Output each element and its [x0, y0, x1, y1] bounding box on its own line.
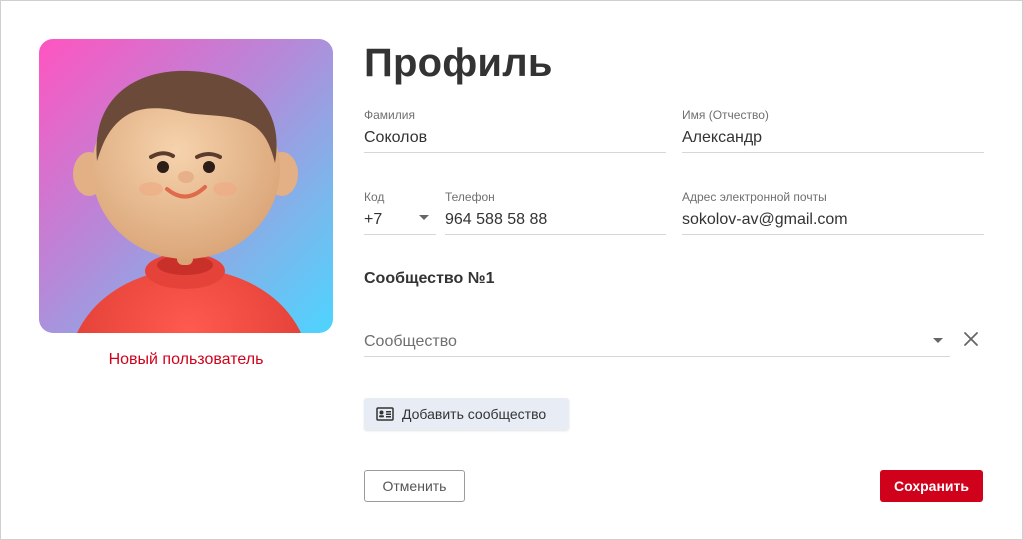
- first-name-label: Имя (Отчество): [682, 108, 769, 122]
- email-field[interactable]: Адрес электронной почты sokolov-av@gmail…: [682, 190, 984, 235]
- country-code-label: Код: [364, 190, 385, 204]
- community-select-field[interactable]: Сообщество: [364, 312, 950, 357]
- first-name-field[interactable]: Имя (Отчество) Александр: [682, 108, 984, 153]
- save-button[interactable]: Сохранить: [880, 470, 983, 502]
- country-code-select[interactable]: +7: [364, 210, 436, 235]
- close-icon[interactable]: [961, 329, 981, 349]
- first-name-input[interactable]: Александр: [682, 128, 984, 153]
- country-code-field[interactable]: Код +7: [364, 190, 436, 235]
- id-card-icon: [376, 407, 394, 421]
- add-community-button[interactable]: Добавить сообщество: [364, 398, 569, 430]
- clear-community-button[interactable]: [961, 329, 981, 349]
- page-title: Профиль: [364, 41, 553, 85]
- last-name-field[interactable]: Фамилия Соколов: [364, 108, 666, 153]
- user-status-caption: Новый пользователь: [108, 351, 264, 368]
- avatar: [39, 39, 333, 333]
- phone-field[interactable]: Телефон 964 588 58 88: [445, 190, 666, 235]
- avatar-illustration: [73, 70, 301, 333]
- profile-dialog: Новый пользователь Профиль Фамилия Сокол…: [0, 0, 1023, 540]
- phone-input[interactable]: 964 588 58 88: [445, 210, 666, 235]
- community-section-title: Сообщество №1: [364, 270, 495, 287]
- email-label: Адрес электронной почты: [682, 190, 827, 204]
- phone-label: Телефон: [445, 190, 495, 204]
- community-select[interactable]: Сообщество: [364, 332, 950, 357]
- chevron-down-icon[interactable]: [419, 215, 429, 220]
- cancel-button[interactable]: Отменить: [364, 470, 465, 502]
- last-name-label: Фамилия: [364, 108, 415, 122]
- chevron-down-icon[interactable]: [933, 338, 943, 343]
- add-community-label: Добавить сообщество: [402, 406, 547, 422]
- last-name-input[interactable]: Соколов: [364, 128, 666, 153]
- email-input[interactable]: sokolov-av@gmail.com: [682, 210, 984, 235]
